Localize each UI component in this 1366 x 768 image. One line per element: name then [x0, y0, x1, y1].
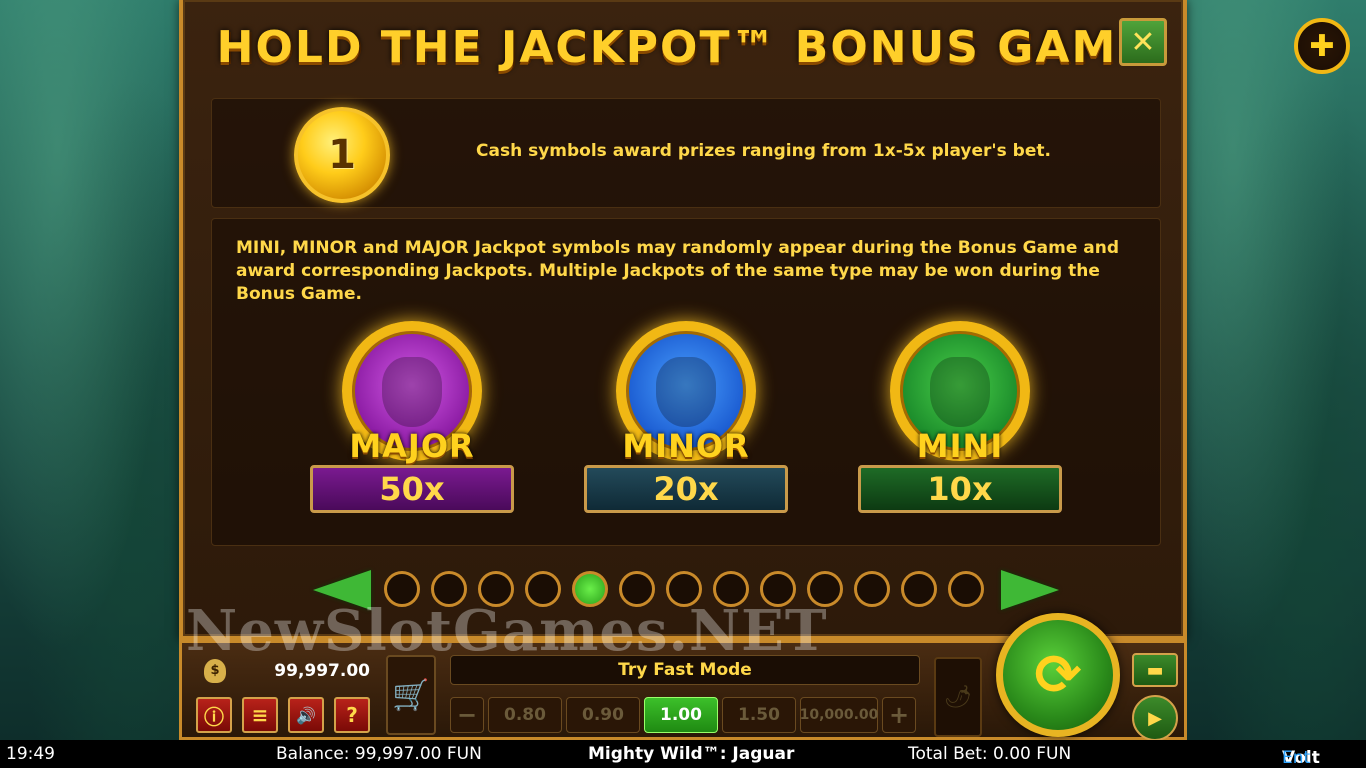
cash-symbol-section: 1 Cash symbols award prizes ranging from… [211, 98, 1161, 208]
bet-decrease-button[interactable]: − [450, 697, 484, 733]
page-dot[interactable] [525, 571, 561, 607]
turtle-icon: ▬ [1146, 659, 1164, 681]
jackpot-name: MAJOR [349, 427, 475, 465]
coin-label: 1 [328, 132, 356, 178]
info-icon: ⓘ [204, 704, 224, 729]
pepper-feature-button[interactable]: 🌶 [934, 657, 982, 737]
jackpot-name: MINI [916, 427, 1004, 465]
page-dot[interactable] [948, 571, 984, 607]
status-total-bet: Total Bet: 0.00 FUN [908, 744, 1072, 764]
page-dot[interactable] [478, 571, 514, 607]
help-button[interactable]: ? [334, 697, 370, 733]
speaker-icon: 🔊 [296, 705, 316, 725]
fast-mode-toggle[interactable]: Try Fast Mode [450, 655, 920, 685]
jackpot-name: MINOR [622, 427, 750, 465]
page-navigator [313, 566, 1063, 612]
status-bar: 19:49 Balance: 99,997.00 FUN Mighty Wild… [0, 740, 1366, 768]
buy-feature-button[interactable]: 🛒 [386, 655, 436, 735]
cash-coin-icon: 1 [294, 107, 390, 203]
money-bag-icon: $ [204, 659, 226, 683]
page-title: HOLD THE JACKPOT™ BONUS GAME [216, 22, 1150, 73]
page-dot[interactable] [713, 571, 749, 607]
clock: 19:49 [6, 744, 55, 764]
cash-symbol-text: Cash symbols award prizes ranging from 1… [476, 141, 1051, 161]
page-dot[interactable] [666, 571, 702, 607]
game-menu-button[interactable]: ✚ [1294, 18, 1350, 74]
bet-selector: − 0.80 0.90 1.00 1.50 10,000.00 + [450, 695, 920, 735]
bet-option[interactable]: 0.90 [566, 697, 640, 733]
menu-button[interactable]: ≡ [242, 697, 278, 733]
page-dot[interactable] [431, 571, 467, 607]
page-dot[interactable] [619, 571, 655, 607]
info-button[interactable]: ⓘ [196, 697, 232, 733]
game-title: Mighty Wild™: Jaguar [588, 744, 795, 764]
jackpot-value: 20x [584, 465, 788, 513]
help-icon: ? [346, 703, 358, 727]
control-bar: $ 99,997.00 ⓘ ≡ 🔊 ? 🛒 Try Fast Mode − 0.… [179, 613, 1187, 741]
sound-button[interactable]: 🔊 [288, 697, 324, 733]
balance-value: 99,997.00 [274, 661, 370, 681]
close-icon: ✕ [1130, 24, 1156, 60]
cart-icon: 🛒 [392, 677, 430, 713]
page-dot-active[interactable] [572, 571, 608, 607]
jackpot-info-text: MINI, MINOR and MAJOR Jackpot symbols ma… [236, 238, 1120, 304]
status-balance: Balance: 99,997.00 FUN [276, 744, 482, 764]
jungle-background-left [0, 0, 190, 740]
jackpot-section: MINI, MINOR and MAJOR Jackpot symbols ma… [211, 218, 1161, 546]
autoplay-button[interactable]: ▶ [1132, 695, 1178, 741]
menu-icon: ≡ [251, 703, 269, 727]
paytable-panel: HOLD THE JACKPOT™ BONUS GAME ✕ 1 Cash sy… [179, 0, 1187, 640]
close-button[interactable]: ✕ [1119, 18, 1167, 66]
chili-pepper-icon: 🌶 [944, 684, 972, 710]
page-dot[interactable] [901, 571, 937, 607]
previous-page-arrow-icon[interactable] [313, 570, 371, 610]
jackpot-value: 50x [310, 465, 514, 513]
turbo-button[interactable]: ▬ [1132, 653, 1178, 687]
jackpot-value: 10x [858, 465, 1062, 513]
bet-option-selected[interactable]: 1.00 [644, 697, 718, 733]
next-page-arrow-icon[interactable] [1001, 570, 1059, 610]
page-dot[interactable] [807, 571, 843, 607]
jackpot-minor: MINOR 20x [584, 321, 788, 517]
jungle-background-right [1176, 0, 1366, 740]
bet-option[interactable]: 1.50 [722, 697, 796, 733]
page-dot[interactable] [854, 571, 890, 607]
spin-button[interactable]: ⟳ [996, 613, 1120, 737]
jackpot-major: MAJOR 50x [310, 321, 514, 517]
bet-increase-button[interactable]: + [882, 697, 916, 733]
bet-option[interactable]: 10,000.00 [800, 697, 878, 733]
page-dot[interactable] [760, 571, 796, 607]
spin-arrows-icon: ⟳ [1034, 642, 1082, 708]
brand-ent: Ent [1282, 748, 1311, 768]
play-icon: ▶ [1148, 707, 1162, 729]
jackpot-mini: MINI 10x [858, 321, 1062, 517]
bet-option[interactable]: 0.80 [488, 697, 562, 733]
page-dot[interactable] [384, 571, 420, 607]
